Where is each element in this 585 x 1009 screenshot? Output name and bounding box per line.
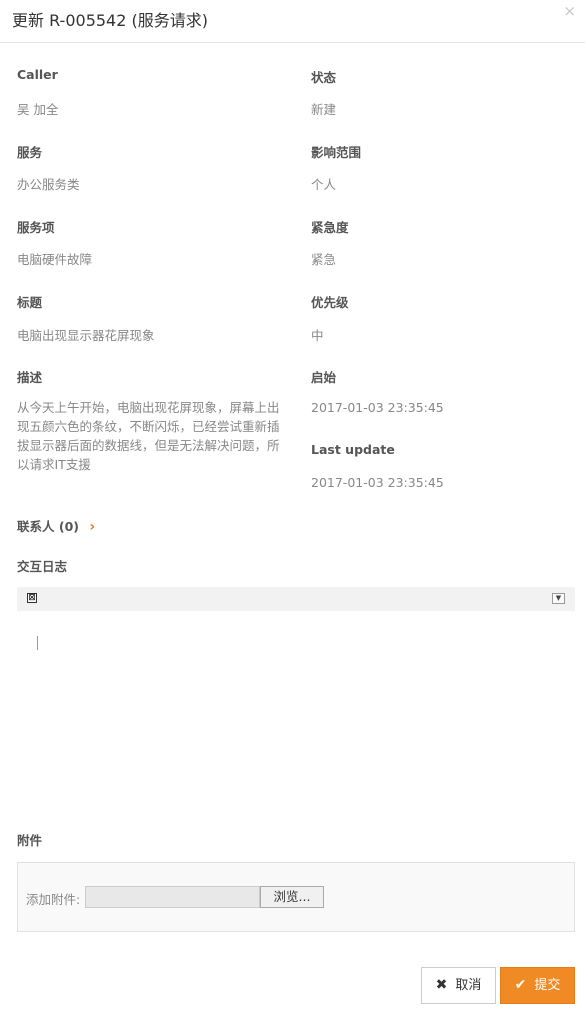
toolbar-broken-image-icon[interactable]: ⊠ bbox=[27, 593, 37, 603]
chevron-down-icon[interactable]: ▼ bbox=[552, 593, 565, 604]
urgency-value: 紧急 bbox=[311, 252, 337, 267]
status-value: 新建 bbox=[311, 102, 337, 117]
impact-value: 个人 bbox=[311, 177, 337, 192]
title-value: 电脑出现显示器花屏现象 bbox=[17, 328, 155, 343]
status-label: 状态 bbox=[311, 70, 337, 85]
contacts-toggle[interactable]: 联系人 (0) › bbox=[17, 516, 95, 535]
dialog-header: 更新 R-005542 (服务请求) × bbox=[0, 0, 585, 43]
description-value: 从今天上午开始，电脑出现花屏现象，屏幕上出现五颜六色的条纹，不断闪烁，已经尝试重… bbox=[17, 400, 280, 472]
priority-value: 中 bbox=[311, 328, 324, 343]
log-label: 交互日志 bbox=[17, 559, 68, 574]
cancel-button[interactable]: ✖ 取消 bbox=[421, 967, 496, 1004]
contacts-count: (0) bbox=[58, 519, 79, 534]
dialog-title: 更新 R-005542 (服务请求) bbox=[12, 11, 208, 30]
start-label: 启始 bbox=[311, 370, 337, 385]
caller-value: 吴 加全 bbox=[17, 102, 59, 117]
last-update-label: Last update bbox=[311, 442, 395, 457]
attachments-label: 附件 bbox=[17, 833, 43, 848]
service-label: 服务 bbox=[17, 145, 43, 160]
last-update-value: 2017-01-03 23:35:45 bbox=[311, 475, 444, 490]
close-icon: ✖ bbox=[435, 977, 448, 993]
description-label: 描述 bbox=[17, 370, 43, 385]
attachment-panel: 添加附件: 浏览... bbox=[17, 862, 575, 932]
log-editor[interactable] bbox=[17, 612, 575, 812]
submit-button[interactable]: ✔ 提交 bbox=[500, 967, 575, 1004]
priority-label: 优先级 bbox=[311, 295, 349, 310]
submit-label: 提交 bbox=[534, 978, 561, 993]
cancel-label: 取消 bbox=[455, 978, 482, 993]
add-attachment-label: 添加附件: bbox=[26, 892, 81, 907]
service-value: 办公服务类 bbox=[17, 177, 80, 192]
service-item-label: 服务项 bbox=[17, 220, 55, 235]
contacts-label: 联系人 bbox=[17, 519, 55, 534]
urgency-label: 紧急度 bbox=[311, 220, 349, 235]
browse-button[interactable]: 浏览... bbox=[260, 886, 324, 908]
service-item-value: 电脑硬件故障 bbox=[17, 252, 93, 267]
text-caret bbox=[37, 636, 38, 650]
title-label: 标题 bbox=[17, 295, 43, 310]
caller-label: Caller bbox=[17, 67, 58, 82]
start-value: 2017-01-03 23:35:45 bbox=[311, 400, 444, 415]
file-path-field[interactable] bbox=[85, 886, 260, 908]
editor-toolbar: ⊠ ▼ bbox=[17, 587, 575, 611]
impact-label: 影响范围 bbox=[311, 145, 362, 160]
check-icon: ✔ bbox=[514, 977, 527, 993]
chevron-right-icon: › bbox=[89, 519, 96, 535]
close-icon[interactable]: × bbox=[563, 3, 576, 19]
